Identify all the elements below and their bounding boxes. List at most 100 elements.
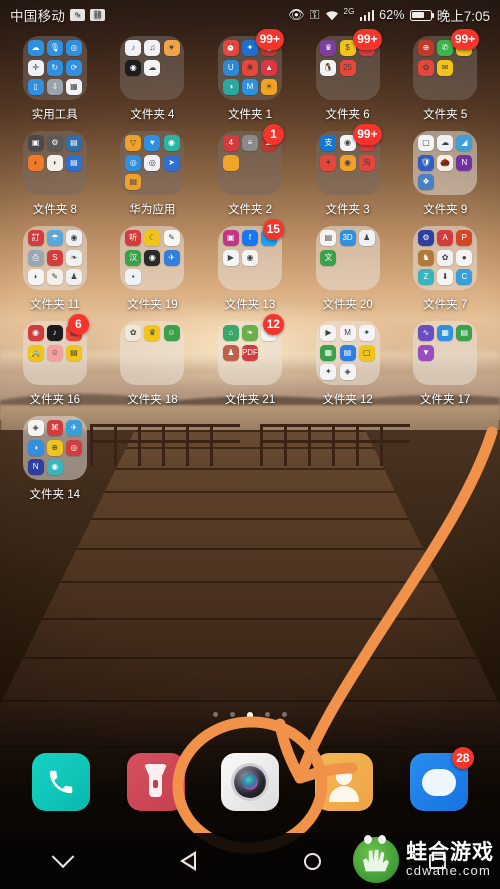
home-row: ☁🎙◎✛↻⟳▯⇩▦实用工具♪♫♥◉☁文件夹 4⏰✦◎U✺▲◑M☀99+文件夹 1… (0, 29, 500, 122)
folder-文件夹-14[interactable]: ◈ ⌘ ✈ ◑ ⊕ ◎ N ◉ 文件夹 14 (6, 416, 104, 502)
folder-tile-wrap: ◈ ⌘ ✈ ◑ ⊕ ◎ N ◉ (22, 416, 87, 480)
hide-navbar-button[interactable] (40, 842, 86, 880)
redpacket-app-icon: ✿ (418, 59, 434, 76)
red-book-app-icon: ◉ (27, 325, 44, 341)
blue-dot-app-icon: ● (456, 249, 473, 266)
health-app-icon: ♥ (144, 135, 161, 151)
folder-文件夹-2[interactable]: 4≡☁1 文件夹 2 (201, 124, 299, 217)
folder-文件夹-13[interactable]: ▣f✦▶◉15 文件夹 13 (201, 219, 299, 312)
nokia-app-icon: N (27, 459, 44, 475)
wifi-icon (325, 10, 339, 21)
page-indicator[interactable] (0, 712, 500, 719)
bank-app-icon: ⊕ (418, 40, 434, 56)
acrobat-app-icon: A (437, 230, 454, 246)
folder-badge: 1 (262, 124, 284, 145)
folder-实用工具[interactable]: ☁ 🎙 ◎ ✛ ↻ ⟳ ▯ ⇩ ▦ 实用工具 (6, 36, 104, 122)
folder-文件夹-18[interactable]: ✿ ♛ ☺ 文件夹 18 (104, 321, 202, 407)
browser-app-icon: ◑ (222, 79, 239, 95)
tiktok-app-icon: ♪ (46, 325, 63, 341)
folder-label: 文件夹 4 (130, 109, 175, 121)
battery-app-icon: ▯ (27, 79, 44, 95)
folder-badge: 99+ (353, 124, 382, 145)
blue-text-app-icon: ▤ (65, 154, 82, 171)
folder-文件夹-3[interactable]: 支◉▬✦◉淘99+文件夹 3 (299, 124, 397, 217)
page-dot[interactable] (265, 712, 271, 717)
green-arrow-app-icon: ⬇ (437, 269, 454, 285)
purple-app-icon-2: ▼ (418, 344, 434, 361)
folder-label: 文件夹 7 (423, 299, 468, 311)
listen-app-icon: 听 (125, 230, 142, 246)
page-dot-active[interactable] (246, 712, 254, 719)
folder-文件夹-21[interactable]: ⌂❧◗♟PDF12 文件夹 21 (201, 314, 299, 407)
maps-green-app-icon: ◈ (27, 420, 44, 436)
purple-app-icon: ♛ (320, 40, 337, 56)
dock-item-camera[interactable] (220, 753, 279, 811)
gmail-app-icon: M (339, 325, 356, 341)
folder-label: 文件夹 18 (127, 394, 178, 406)
folder-华为应用[interactable]: ▽ ♥ ◉ ◎ ◎ ➤ ▤ 华为应用 (104, 131, 202, 217)
shield-app-icon: 🛡 (418, 154, 434, 171)
folder-文件夹-11[interactable]: 訂 ☂ ◉ ⎙ S ❧ ◗ ✎ ♟ 文件夹 11 (6, 226, 104, 312)
folder-label: 文件夹 11 (29, 299, 80, 311)
music-app-icon: ♪ (125, 40, 142, 56)
dock-item-flashlight[interactable] (126, 753, 185, 811)
dock-item-messages[interactable]: 28 (409, 747, 474, 811)
folder-文件夹-1[interactable]: ⏰✦◎U✺▲◑M☀99+文件夹 1 (201, 29, 299, 122)
folder-label: 文件夹 1 (227, 109, 273, 121)
folder-文件夹-12[interactable]: ▶ M ✦ ▦ ▤ ▢ ✦ ◈ 文件夹 12 (299, 321, 397, 407)
folder-label: 文件夹 8 (32, 204, 77, 216)
folder-文件夹-9[interactable]: ▢ ☁ ◢ 🛡 🌰 N ❖ 文件夹 9 (396, 131, 494, 217)
folder-tile-wrap: ♪ ♫ ♥ ◉ ☁ (120, 36, 185, 100)
folder-label: 文件夹 13 (224, 299, 276, 311)
dock-item-phone[interactable] (32, 753, 91, 811)
folder-文件夹-8[interactable]: ▣ ⚙ ▤ ◗ ◗ ▤ 文件夹 8 (6, 131, 104, 217)
folder-badge: 15 (262, 219, 284, 240)
home-button[interactable] (290, 842, 336, 880)
chevron-down-icon (51, 845, 74, 869)
taobao-app-icon: 淘 (358, 154, 375, 171)
folder-tile-wrap: ▢ ☁ ◢ 🛡 🌰 N ❖ (413, 131, 478, 195)
dance-app-icon: ♟ (358, 230, 375, 246)
folder-label: 华为应用 (129, 204, 176, 216)
alipay-triangle-app-icon: ▲ (261, 59, 278, 76)
folder-文件夹-20[interactable]: ▤ 3D ♟ 文文件夹 20 (299, 226, 397, 312)
clock-label: 晚上7:05 (436, 9, 490, 24)
colors-app-icon: ❖ (418, 174, 434, 190)
google-app-icon: ✦ (320, 364, 337, 380)
folder-tile-wrap: 听 ☾ ✎ 汉 ◉ ✈ ▪ (120, 226, 185, 290)
page-dot[interactable] (229, 712, 235, 717)
folder-tile: ♪ ♫ ♥ ◉ ☁ (120, 36, 185, 100)
metro-app-icon: ◑ (27, 439, 44, 456)
pocket-app-icon: ♥ (163, 40, 180, 56)
folder-label: 文件夹 19 (127, 299, 178, 311)
folder-文件夹-7[interactable]: ⚙ A P ♞ ✿ ● Z ⬇ C 文件夹 7 (396, 226, 494, 312)
grid-empty-slot (396, 416, 494, 502)
folder-文件夹-4[interactable]: ♪ ♫ ♥ ◉ ☁ 文件夹 4 (104, 36, 202, 122)
folder-tile-wrap: ▣f✦▶◉15 (217, 219, 284, 290)
page-dot[interactable] (282, 712, 288, 717)
folder-文件夹-19[interactable]: 听 ☾ ✎ 汉 ◉ ✈ ▪ 文件夹 19 (104, 226, 202, 312)
xiaohongshu-app-icon: ▢ (418, 135, 434, 151)
folder-tile: ∿ ▦ ▤ ▼ (413, 321, 478, 385)
folder-文件夹-6[interactable]: ♛$▬🐧2599+文件夹 6 (299, 29, 397, 122)
weather-app-icon: ☂ (46, 230, 63, 246)
globe-app-icon: ◉ (46, 459, 63, 475)
flight-app-icon: ✈ (65, 420, 82, 436)
folder-tile: ▤ 3D ♟ 文 (315, 226, 380, 290)
folder-tile: 听 ☾ ✎ 汉 ◉ ✈ ▪ (120, 226, 185, 290)
page-dot[interactable] (212, 712, 218, 717)
dock-item-contacts[interactable] (315, 753, 374, 811)
nut-app-icon: 🌰 (437, 154, 454, 171)
watermark-url: cdwahe.com (406, 863, 491, 879)
folder-文件夹-17[interactable]: ∿ ▦ ▤ ▼ 文件夹 17 (396, 321, 494, 407)
folder-label: 文件夹 17 (419, 394, 471, 406)
compass-app-icon: ◎ (65, 40, 82, 56)
eye-icon: 👁 (288, 7, 305, 22)
folder-文件夹-16[interactable]: ◉♪▤🚕☺▤6文件夹 16 (6, 314, 104, 407)
calendar-blue-app-icon: ▦ (437, 325, 454, 341)
orange-blank-app-icon (222, 154, 239, 171)
dock: 28 (0, 742, 500, 822)
folder-文件夹-5[interactable]: ⊕✆▬✿✉99+文件夹 5 (396, 29, 494, 122)
wave-app-icon: ∿ (418, 325, 434, 341)
back-button[interactable] (165, 842, 211, 880)
